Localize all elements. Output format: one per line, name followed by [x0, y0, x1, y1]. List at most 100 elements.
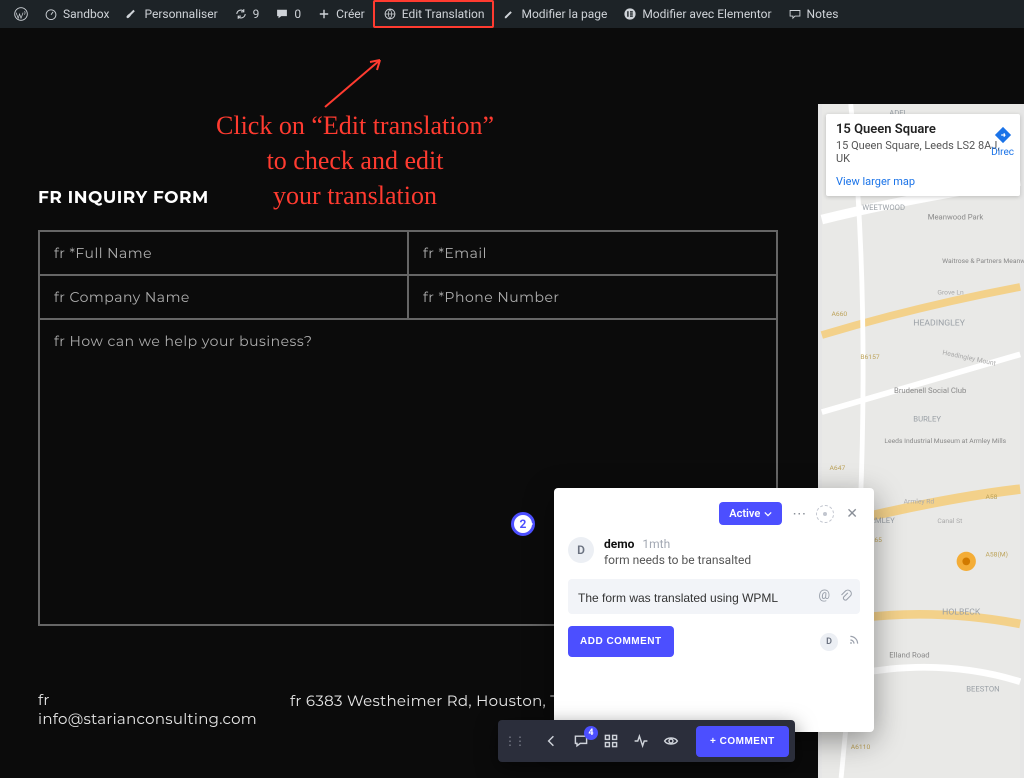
customize[interactable]: Personnaliser	[117, 0, 225, 28]
edit-elementor-label: Modifier avec Elementor	[642, 7, 771, 21]
avatar-small: D	[820, 633, 838, 651]
comments-count[interactable]: 0	[267, 0, 309, 28]
email-field[interactable]	[409, 232, 776, 274]
annotation-arrow	[320, 52, 390, 112]
globe-icon	[383, 7, 397, 21]
comment-more-icon[interactable]: ⋯	[792, 506, 806, 522]
mention-icon[interactable]: @	[818, 588, 830, 606]
edit-elementor[interactable]: Modifier avec Elementor	[615, 0, 779, 28]
comment-marker-number: 2	[520, 517, 527, 531]
customize-label: Personnaliser	[144, 7, 217, 21]
map-title: 15 Queen Square	[836, 122, 1010, 137]
full-name-field-wrap	[39, 231, 408, 275]
chevron-down-icon	[764, 510, 772, 518]
new-comment-button[interactable]: + COMMENT	[696, 726, 789, 757]
comment-panel-footer: ADD COMMENT D	[568, 626, 860, 657]
wp-logo[interactable]	[6, 0, 36, 28]
svg-text:BURLEY: BURLEY	[913, 415, 941, 424]
comments-count-label: 0	[294, 7, 301, 21]
plus-icon	[317, 7, 331, 21]
directions-icon	[994, 126, 1012, 144]
phone-field-wrap	[408, 275, 777, 319]
svg-text:HOLBECK: HOLBECK	[942, 607, 981, 617]
add-comment-button[interactable]: ADD COMMENT	[568, 626, 674, 657]
email-field-wrap	[408, 231, 777, 275]
comment-status-dropdown[interactable]: Active	[719, 502, 782, 525]
directions-label: Direc	[991, 147, 1014, 158]
edit-translation-label: Edit Translation	[402, 7, 485, 21]
drag-handle-icon[interactable]: ⋮⋮	[498, 734, 530, 748]
svg-text:Canal St: Canal St	[937, 517, 962, 525]
new-content[interactable]: Créer	[309, 0, 373, 28]
comment-panel: Active ⋯ ✕ D demo 1mth form needs to be …	[554, 488, 874, 732]
map-info-card: 15 Queen Square 15 Queen Square, Leeds L…	[826, 114, 1020, 196]
toolbar-activity-icon[interactable]	[632, 732, 650, 750]
footer-contact: fr info@starianconsulting.com	[38, 690, 257, 728]
footer-address: fr 6383 Westheimer Rd, Houston, T	[290, 691, 559, 710]
edit-page[interactable]: Modifier la page	[494, 0, 615, 28]
company-field-wrap	[39, 275, 408, 319]
comment-panel-header: Active ⋯ ✕	[568, 502, 860, 525]
edit-page-label: Modifier la page	[521, 7, 607, 21]
svg-text:Meanwood Park: Meanwood Park	[928, 213, 984, 222]
toolbar-grid-icon[interactable]	[602, 732, 620, 750]
subscribe-icon[interactable]	[848, 634, 860, 649]
comment-thread-item: D demo 1mth form needs to be transalted	[568, 537, 860, 567]
map-directions[interactable]: Direc	[991, 126, 1014, 158]
speech-icon	[788, 7, 802, 21]
footer-email: info@starianconsulting.com	[38, 709, 257, 728]
toolbar-comments-badge: 4	[584, 726, 598, 740]
updates-count: 9	[253, 7, 260, 21]
comment-time: 1mth	[642, 537, 670, 551]
comment-target-icon[interactable]	[816, 505, 834, 523]
avatar: D	[568, 537, 594, 563]
svg-text:WEETWOOD: WEETWOOD	[862, 203, 905, 212]
notes-label: Notes	[807, 7, 839, 21]
form-title: FR INQUIRY FORM	[38, 188, 778, 208]
brush-icon	[125, 7, 139, 21]
annotation-line2: to check and edit	[200, 143, 510, 178]
toolbar-back-icon[interactable]	[542, 732, 560, 750]
comment-marker[interactable]: 2	[511, 512, 535, 536]
gauge-icon	[44, 7, 58, 21]
updates[interactable]: 9	[226, 0, 268, 28]
comment-close-button[interactable]: ✕	[844, 506, 860, 522]
collab-toolbar[interactable]: ⋮⋮ 4 + COMMENT	[498, 720, 795, 762]
site-name[interactable]: Sandbox	[36, 0, 117, 28]
new-content-label: Créer	[336, 7, 365, 21]
comment-icon	[275, 7, 289, 21]
phone-field[interactable]	[409, 276, 776, 318]
company-field[interactable]	[40, 276, 407, 318]
footer-lang: fr	[38, 690, 257, 709]
elementor-icon	[623, 7, 637, 21]
edit-translation[interactable]: Edit Translation	[373, 0, 495, 28]
comment-input[interactable]	[578, 591, 810, 605]
comment-status-label: Active	[729, 507, 760, 520]
svg-text:B6157: B6157	[860, 353, 880, 361]
view-larger-map-link[interactable]: View larger map	[836, 175, 1010, 188]
svg-text:Grove Ln: Grove Ln	[937, 289, 964, 297]
comment-author: demo	[604, 537, 634, 551]
svg-text:Elland Road: Elland Road	[889, 651, 929, 660]
comment-input-wrap: @	[568, 579, 860, 614]
svg-text:HEADINGLEY: HEADINGLEY	[913, 318, 965, 328]
attach-icon[interactable]	[838, 588, 852, 606]
page-body: Click on “Edit translation” to check and…	[0, 28, 1024, 778]
full-name-field[interactable]	[40, 232, 407, 274]
svg-text:A6110: A6110	[851, 743, 871, 751]
annotation-line1: Click on “Edit translation”	[200, 108, 510, 143]
notes[interactable]: Notes	[780, 0, 847, 28]
comment-text: form needs to be transalted	[604, 553, 751, 567]
svg-text:BEESTON: BEESTON	[966, 684, 999, 693]
svg-text:Brudenell Social Club: Brudenell Social Club	[894, 386, 966, 395]
map-address: 15 Queen Square, Leeds LS2 8AJ, UK	[836, 139, 1010, 165]
svg-text:A660: A660	[831, 310, 847, 318]
svg-text:Waitrose & Partners Meanwood: Waitrose & Partners Meanwood	[942, 257, 1024, 265]
wordpress-icon	[14, 7, 28, 21]
site-name-label: Sandbox	[63, 7, 109, 21]
svg-text:Leeds Industrial Museum at Arm: Leeds Industrial Museum at Armley Mills	[884, 437, 1006, 445]
toolbar-comments-icon[interactable]: 4	[572, 732, 590, 750]
toolbar-eye-icon[interactable]	[662, 732, 680, 750]
svg-text:Armley Rd: Armley Rd	[904, 498, 935, 506]
svg-text:A58(M): A58(M)	[986, 551, 1009, 559]
